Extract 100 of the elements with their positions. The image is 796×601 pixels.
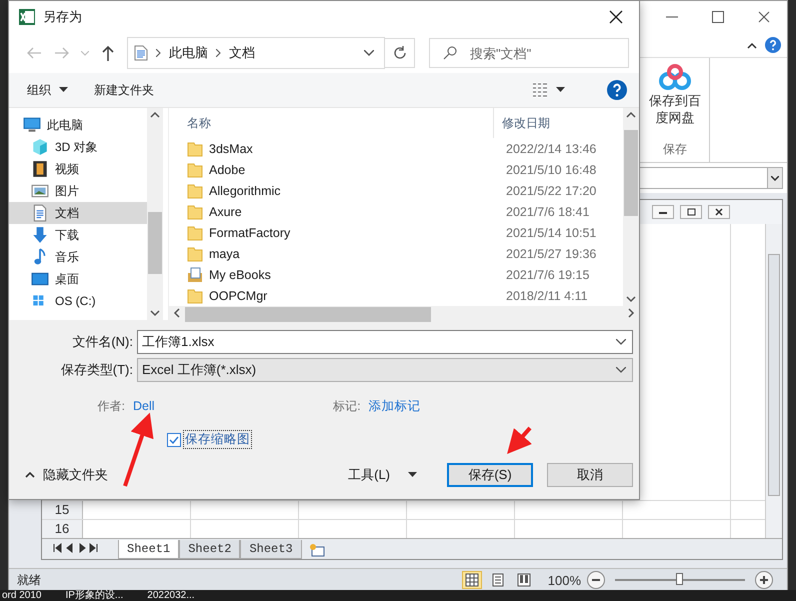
chevron-icon: [616, 367, 626, 373]
folder-icon: [187, 288, 203, 304]
breadcrumb-item[interactable]: 文档: [229, 44, 255, 62]
computer-icon: [23, 116, 41, 134]
file-row[interactable]: My eBooks 2021/7/6 19:15: [169, 264, 623, 285]
excel-logo-icon: [19, 9, 35, 25]
tools-menu[interactable]: 工具(L): [348, 466, 417, 484]
scroll-left-icon[interactable]: [173, 308, 181, 318]
chevron-icon[interactable]: [616, 339, 626, 345]
sheet-tab[interactable]: Sheet3: [240, 540, 302, 559]
picture-icon: [31, 182, 49, 200]
add-tags-link[interactable]: 添加标记: [368, 398, 421, 414]
list-view-icon: [532, 83, 548, 97]
search-field[interactable]: 搜索"文档": [429, 38, 629, 68]
vertical-scrollbar[interactable]: [623, 108, 639, 306]
file-name-field[interactable]: 工作簿1.xlsx: [137, 330, 633, 354]
folder-icon: [187, 246, 203, 262]
group-label: 保存: [663, 141, 687, 158]
breadcrumb-item[interactable]: 此电脑: [169, 44, 208, 62]
close-icon: [758, 11, 770, 23]
column-header[interactable]: 名称: [169, 108, 493, 138]
nav-item[interactable]: 文档: [9, 202, 147, 224]
sheet-tab[interactable]: Sheet2: [179, 540, 240, 559]
nav-item[interactable]: 桌面: [9, 268, 147, 290]
desktop-icon: [31, 270, 49, 288]
chevron-icon: [156, 49, 161, 57]
slider-thumb[interactable]: [676, 573, 683, 585]
file-row[interactable]: FormatFactory 2021/5/14 10:51: [169, 222, 623, 243]
horizontal-scrollbar[interactable]: [169, 306, 639, 320]
checkmark-icon: [169, 436, 179, 444]
taskbar-item[interactable]: IP形象的设...: [65, 590, 124, 601]
library-icon: [187, 266, 203, 282]
document-icon: [31, 204, 49, 222]
nav-item[interactable]: 3D 对象: [9, 136, 147, 158]
refresh-icon: [392, 46, 406, 60]
caret-icon: [556, 87, 565, 93]
restore-icon: [686, 208, 696, 216]
address-bar[interactable]: 此电脑 文档: [127, 37, 385, 69]
organize-menu[interactable]: 组织: [27, 82, 68, 98]
row-header: 16: [42, 520, 83, 538]
baidu-save-button[interactable]: 保存到百度网盘: [644, 64, 706, 126]
chevron-icon[interactable]: [771, 176, 779, 180]
file-row[interactable]: Adobe 2021/5/10 16:48: [169, 159, 623, 180]
scroll-right-icon[interactable]: [627, 308, 635, 318]
document-icon: [134, 45, 148, 61]
tags-label: 标记:: [332, 398, 361, 414]
minimize-button[interactable]: [652, 205, 674, 219]
new-sheet-icon[interactable]: [308, 543, 326, 557]
zoom-in-button[interactable]: [755, 571, 773, 589]
file-type-dropdown[interactable]: Excel 工作簿(*.xlsx): [137, 358, 633, 382]
file-row[interactable]: 3dsMax 2022/2/14 13:46: [169, 138, 623, 159]
thumbnail-checkbox[interactable]: 保存缩略图: [167, 430, 633, 449]
nav-item[interactable]: 下载: [9, 224, 147, 246]
help-icon[interactable]: [765, 37, 781, 53]
nav-item[interactable]: 此电脑: [9, 114, 147, 136]
search-icon: [443, 46, 457, 60]
hide-folders-button[interactable]: 隐藏文件夹: [25, 466, 108, 484]
chevron-down-icon: [81, 50, 89, 56]
file-row[interactable]: maya 2021/5/27 19:36: [169, 243, 623, 264]
cancel-button[interactable]: 取消: [547, 463, 633, 487]
field-label: 保存类型(T):: [60, 361, 134, 379]
nav-item[interactable]: OS (C:): [9, 290, 147, 312]
close-button[interactable]: [708, 205, 730, 219]
down-arrow-icon: [31, 226, 49, 244]
vertical-scrollbar[interactable]: [765, 224, 782, 538]
film-icon: [31, 160, 49, 178]
zoom-out-button[interactable]: [587, 571, 605, 589]
new-folder-button[interactable]: 新建文件夹: [94, 82, 154, 98]
taskbar-item[interactable]: ord 2010: [2, 590, 42, 601]
cloud-icon: [658, 64, 692, 90]
chevron-up-icon: [25, 472, 35, 478]
view-mode-icon: [516, 572, 532, 588]
author-link[interactable]: Dell: [133, 399, 155, 413]
sheet-tab[interactable]: Sheet1: [118, 540, 180, 559]
collapse-ribbon-icon[interactable]: [747, 41, 757, 49]
refresh-button[interactable]: [385, 38, 415, 68]
folder-icon: [187, 204, 203, 220]
column-header[interactable]: 修改日期: [493, 108, 550, 138]
checkbox[interactable]: [167, 432, 181, 446]
nav-item[interactable]: 视频: [9, 158, 147, 180]
vertical-scrollbar[interactable]: [147, 108, 163, 320]
save-button[interactable]: 保存(S): [447, 463, 533, 487]
restore-button[interactable]: [680, 205, 702, 219]
view-mode-button[interactable]: [462, 571, 482, 589]
chevron-icon: [216, 49, 221, 57]
dropdown-icon[interactable]: [364, 50, 374, 56]
view-mode-icon: [464, 572, 480, 588]
help-icon[interactable]: [607, 80, 627, 100]
folder-icon: [187, 140, 203, 156]
view-menu[interactable]: [532, 83, 565, 97]
file-row[interactable]: Allegorithmic 2021/5/22 17:20: [169, 180, 623, 201]
close-icon: [715, 208, 723, 216]
file-row[interactable]: Axure 2021/7/6 18:41: [169, 201, 623, 222]
file-row[interactable]: OOPCMgr 2018/2/11 4:11: [169, 285, 623, 306]
nav-item[interactable]: 音乐: [9, 246, 147, 268]
nav-item[interactable]: 图片: [9, 180, 147, 202]
taskbar-item[interactable]: 2022032...: [147, 590, 195, 601]
author-label: 作者:: [96, 398, 125, 414]
maximize-icon: [712, 11, 724, 23]
caret-icon: [59, 87, 68, 93]
